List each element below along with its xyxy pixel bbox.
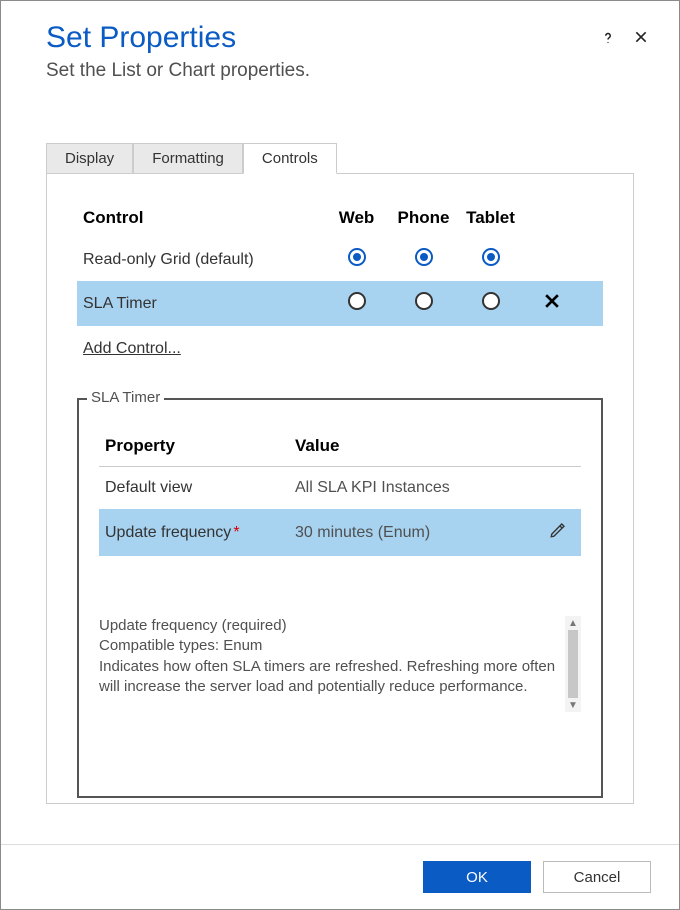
radio-phone[interactable] (390, 248, 457, 271)
property-table-header: Property Value (99, 420, 581, 467)
radio-web[interactable] (323, 248, 390, 271)
controls-row[interactable]: SLA Timer (77, 281, 603, 326)
edit-property-icon[interactable] (541, 521, 575, 544)
ok-button[interactable]: OK (423, 861, 531, 893)
scrollbar-thumb[interactable] (568, 630, 578, 698)
controls-table: Control Web Phone Tablet Read-only Grid … (77, 202, 603, 326)
desc-line: Indicates how often SLA timers are refre… (99, 657, 557, 698)
col-header-property: Property (105, 436, 295, 456)
property-row[interactable]: Default view All SLA KPI Instances (99, 467, 581, 509)
dialog-title: Set Properties (46, 21, 236, 54)
dialog-content: Display Formatting Controls Control Web … (1, 92, 679, 844)
description-scrollbar[interactable]: ▲ ▼ (565, 616, 581, 712)
tab-bar: Display Formatting Controls (46, 142, 634, 174)
radio-phone[interactable] (390, 292, 457, 315)
add-control-link[interactable]: Add Control... (83, 340, 603, 358)
tab-formatting[interactable]: Formatting (133, 143, 243, 174)
desc-line: Update frequency (required) (99, 616, 557, 636)
radio-web[interactable] (323, 292, 390, 315)
required-asterisk-icon: * (233, 524, 239, 541)
dialog-footer: OK Cancel (1, 844, 679, 909)
control-label: Read-only Grid (default) (83, 251, 323, 269)
property-description: Update frequency (required) Compatible t… (99, 616, 557, 712)
controls-table-header: Control Web Phone Tablet (77, 202, 603, 238)
property-row[interactable]: Update frequency* 30 minutes (Enum) (99, 509, 581, 556)
scroll-down-icon[interactable]: ▼ (565, 698, 581, 712)
col-header-tablet: Tablet (457, 208, 524, 228)
header-top-row: Set Properties (46, 21, 649, 54)
col-header-web: Web (323, 208, 390, 228)
tab-panel-controls: Control Web Phone Tablet Read-only Grid … (46, 174, 634, 804)
dialog-subtitle: Set the List or Chart properties. (46, 60, 649, 82)
scroll-up-icon[interactable]: ▲ (565, 616, 581, 630)
fieldset-legend: SLA Timer (87, 389, 164, 406)
property-description-wrap: Update frequency (required) Compatible t… (99, 616, 581, 712)
sla-timer-fieldset: SLA Timer Property Value Default view Al… (77, 398, 603, 798)
dialog: Set Properties Set the List or Chart pro… (0, 0, 680, 910)
header-icons (599, 29, 649, 52)
col-header-phone: Phone (390, 208, 457, 228)
close-icon[interactable] (633, 29, 649, 52)
property-name-text: Update frequency (105, 524, 231, 541)
help-icon[interactable] (599, 29, 617, 52)
remove-control-icon[interactable] (524, 291, 579, 316)
controls-row[interactable]: Read-only Grid (default) (77, 238, 603, 281)
desc-line: Compatible types: Enum (99, 636, 557, 656)
radio-tablet[interactable] (457, 292, 524, 315)
col-header-value: Value (295, 436, 575, 456)
property-value: All SLA KPI Instances (295, 479, 541, 497)
control-label: SLA Timer (83, 295, 323, 313)
radio-tablet[interactable] (457, 248, 524, 271)
add-control-label[interactable]: Add Control... (83, 340, 181, 357)
dialog-header: Set Properties Set the List or Chart pro… (1, 1, 679, 92)
property-name: Default view (105, 479, 295, 497)
tab-controls[interactable]: Controls (243, 143, 337, 174)
property-name: Update frequency* (105, 524, 295, 542)
property-value: 30 minutes (Enum) (295, 524, 541, 542)
cancel-button[interactable]: Cancel (543, 861, 651, 893)
tab-display[interactable]: Display (46, 143, 133, 174)
col-header-control: Control (83, 208, 323, 228)
